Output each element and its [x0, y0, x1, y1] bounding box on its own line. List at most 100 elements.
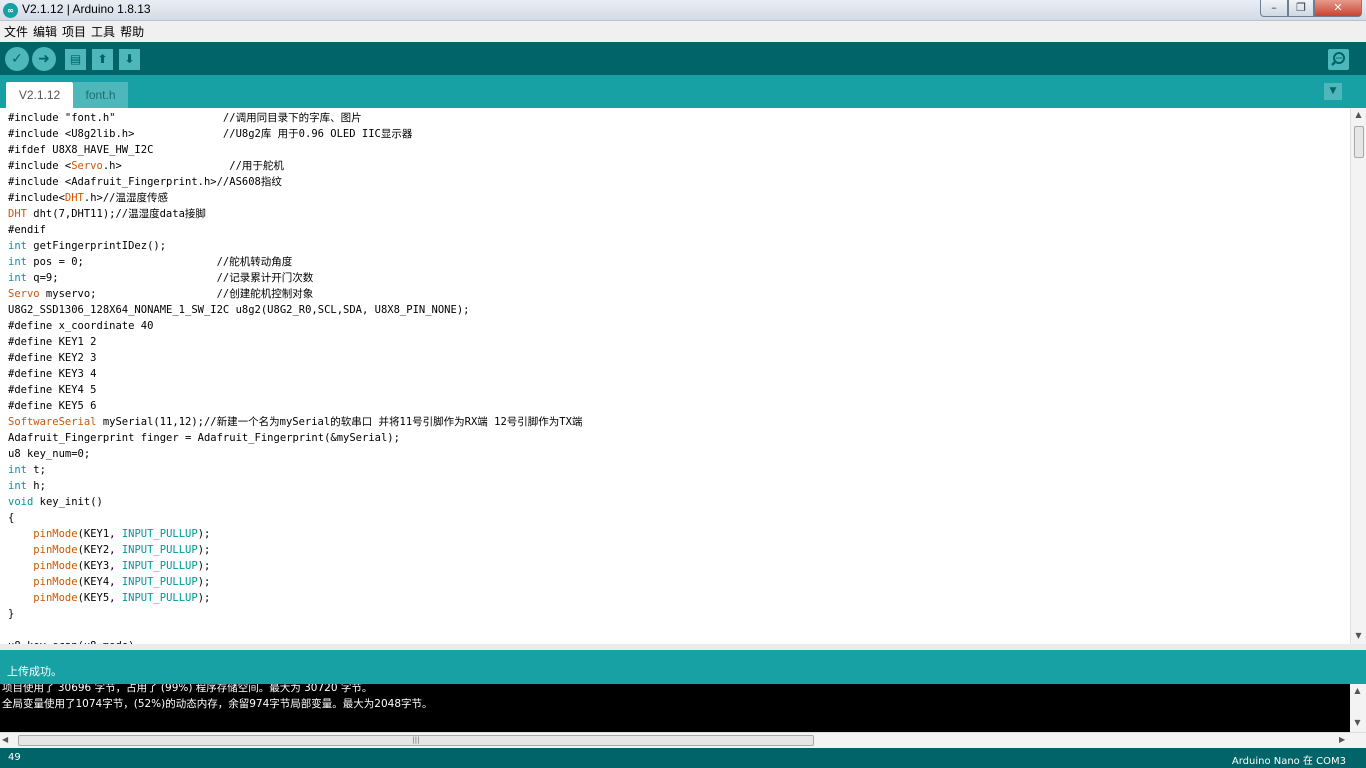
menu-sketch[interactable]: 项目 [61, 23, 90, 40]
code-token: u8 key_num=0; [8, 448, 91, 460]
code-line[interactable]: #include "font.h" //调用同目录下的字库、图片 [8, 110, 582, 126]
code-token: (KEY3, [77, 560, 122, 572]
code-token: #define KEY5 6 [8, 400, 97, 412]
scroll-up-icon[interactable]: ▲ [1351, 110, 1366, 122]
code-token: } [8, 608, 15, 620]
code-token: ); [197, 592, 211, 604]
close-button[interactable]: ✕ [1314, 0, 1362, 17]
editor-scroll-thumb[interactable] [1354, 126, 1364, 158]
minimize-button[interactable]: – [1260, 0, 1288, 17]
code-line[interactable]: U8G2_SSD1306_128X64_NONAME_1_SW_I2C u8g2… [8, 302, 582, 318]
code-token: Adafruit_Fingerprint finger = Adafruit_F… [8, 432, 400, 444]
code-line[interactable]: int h; [8, 478, 582, 494]
code-token: U8G2_SSD1306_128X64_NONAME_1_SW_I2C u8g2… [8, 304, 470, 316]
code-text[interactable]: #include "font.h" //调用同目录下的字库、图片 #include… [8, 110, 582, 644]
maximize-button[interactable]: ❐ [1288, 0, 1314, 17]
code-line[interactable]: pinMode(KEY1, INPUT_PULLUP); [8, 526, 582, 542]
arrow-up-icon: ⬆ [97, 52, 108, 66]
code-token: INPUT_PULLUP [121, 576, 198, 588]
code-token: DHT [8, 208, 27, 220]
code-line[interactable] [8, 622, 582, 638]
code-token: #include <U8g2lib.h> //U8g2库 用于0.96 OLED… [8, 128, 413, 140]
code-token: (KEY1, [77, 528, 122, 540]
code-token: INPUT_PULLUP [121, 544, 198, 556]
scroll-right-icon[interactable]: ▶ [1339, 735, 1345, 744]
code-token: DHT [64, 192, 84, 204]
code-line[interactable]: pinMode(KEY5, INPUT_PULLUP); [8, 590, 582, 606]
code-token: #define KEY1 2 [8, 336, 97, 348]
code-line[interactable]: pinMode(KEY3, INPUT_PULLUP); [8, 558, 582, 574]
code-token: #include <Adafruit_Fingerprint.h>//AS608… [8, 176, 282, 188]
code-line[interactable]: int q=9; //记录累计开门次数 [8, 270, 582, 286]
code-line[interactable]: #define KEY3 4 [8, 366, 582, 382]
menu-help[interactable]: 帮助 [119, 23, 148, 40]
code-line[interactable]: #include <Adafruit_Fingerprint.h>//AS608… [8, 174, 582, 190]
code-line[interactable]: SoftwareSerial mySerial(11,12);//新建一个名为m… [8, 414, 582, 430]
menu-edit[interactable]: 编辑 [32, 23, 61, 40]
code-line[interactable]: int t; [8, 462, 582, 478]
console-line: 全局变量使用了1074字节，(52%)的动态内存，余留974字节局部变量。最大为… [2, 698, 433, 710]
serial-monitor-button[interactable] [1328, 49, 1349, 70]
code-line[interactable]: Adafruit_Fingerprint finger = Adafruit_F… [8, 430, 582, 446]
menu-tools[interactable]: 工具 [90, 23, 119, 40]
code-token: void [8, 496, 34, 508]
code-line[interactable]: #define KEY4 5 [8, 382, 582, 398]
code-token: int [8, 464, 27, 476]
code-line[interactable]: void key_init() [8, 494, 582, 510]
scroll-down-icon[interactable]: ▼ [1351, 631, 1366, 643]
code-line[interactable]: int getFingerprintIDez(); [8, 238, 582, 254]
code-line[interactable]: #define KEY2 3 [8, 350, 582, 366]
tab-font-h[interactable]: font.h [73, 82, 128, 108]
window-title: V2.1.12 | Arduino 1.8.13 [22, 2, 151, 16]
code-line[interactable]: DHT dht(7,DHT11);//温湿度data接脚 [8, 206, 582, 222]
arduino-logo-icon: ∞ [3, 3, 18, 18]
code-line[interactable]: int pos = 0; //舵机转动角度 [8, 254, 582, 270]
code-line[interactable]: #include <Servo.h> //用于舵机 [8, 158, 582, 174]
verify-button[interactable]: ✓ [5, 47, 29, 71]
scroll-up-icon[interactable]: ▲ [1350, 686, 1365, 695]
menu-file[interactable]: 文件 [3, 23, 32, 40]
code-token: int [8, 240, 27, 252]
horizontal-scroll-thumb[interactable]: ||| [18, 735, 814, 746]
tab-bar: V2.1.12 font.h ▼ [0, 75, 1366, 108]
footer-bar: 49 Arduino Nano 在 COM3 [0, 748, 1366, 768]
code-line[interactable]: Servo myservo; //创建舵机控制对象 [8, 286, 582, 302]
code-line[interactable]: pinMode(KEY4, INPUT_PULLUP); [8, 574, 582, 590]
code-token: key_init() [33, 496, 103, 508]
code-token: Servo [71, 160, 103, 172]
code-line[interactable]: #define x_coordinate 40 [8, 318, 582, 334]
code-line[interactable]: #define KEY1 2 [8, 334, 582, 350]
code-line[interactable]: #define KEY5 6 [8, 398, 582, 414]
tab-v2-1-12[interactable]: V2.1.12 [6, 82, 73, 108]
upload-button[interactable]: ➜ [32, 47, 56, 71]
code-line[interactable]: #ifdef U8X8_HAVE_HW_I2C [8, 142, 582, 158]
scroll-down-icon[interactable]: ▼ [1350, 718, 1365, 727]
save-sketch-button[interactable]: ⬇ [119, 49, 140, 70]
console-horizontal-scrollbar[interactable]: ◀ ||| ▶ [0, 732, 1366, 748]
code-line[interactable]: u8 key_num=0; [8, 446, 582, 462]
code-line[interactable]: #include <U8g2lib.h> //U8g2库 用于0.96 OLED… [8, 126, 582, 142]
code-line[interactable]: } [8, 606, 582, 622]
console-output[interactable]: 项目使用了 30696 字节，占用了 (99%) 程序存储空间。最大为 3072… [0, 684, 1350, 732]
code-token: .h> //用于舵机 [102, 160, 284, 172]
code-line[interactable]: pinMode(KEY2, INPUT_PULLUP); [8, 542, 582, 558]
tab-menu-button[interactable]: ▼ [1324, 83, 1342, 100]
code-token: pinMode [33, 544, 78, 556]
code-token: pinMode [33, 592, 78, 604]
scroll-left-icon[interactable]: ◀ [2, 735, 8, 744]
code-token: #define KEY2 3 [8, 352, 97, 364]
open-sketch-button[interactable]: ⬆ [92, 49, 113, 70]
code-line[interactable]: { [8, 510, 582, 526]
editor-scrollbar[interactable]: ▲ ▼ [1350, 108, 1366, 644]
code-line[interactable]: #include<DHT.h>//温湿度传感 [8, 190, 582, 206]
code-token: SoftwareSerial [8, 416, 97, 428]
title-bar: ∞ V2.1.12 | Arduino 1.8.13 – ❐ ✕ [0, 0, 1366, 21]
new-sketch-button[interactable]: ▤ [65, 49, 86, 70]
code-line[interactable]: #endif [8, 222, 582, 238]
console-scrollbar[interactable]: ▲ ▼ [1350, 684, 1366, 732]
code-token: ); [197, 560, 211, 572]
code-editor[interactable]: #include "font.h" //调用同目录下的字库、图片 #include… [0, 108, 1366, 644]
